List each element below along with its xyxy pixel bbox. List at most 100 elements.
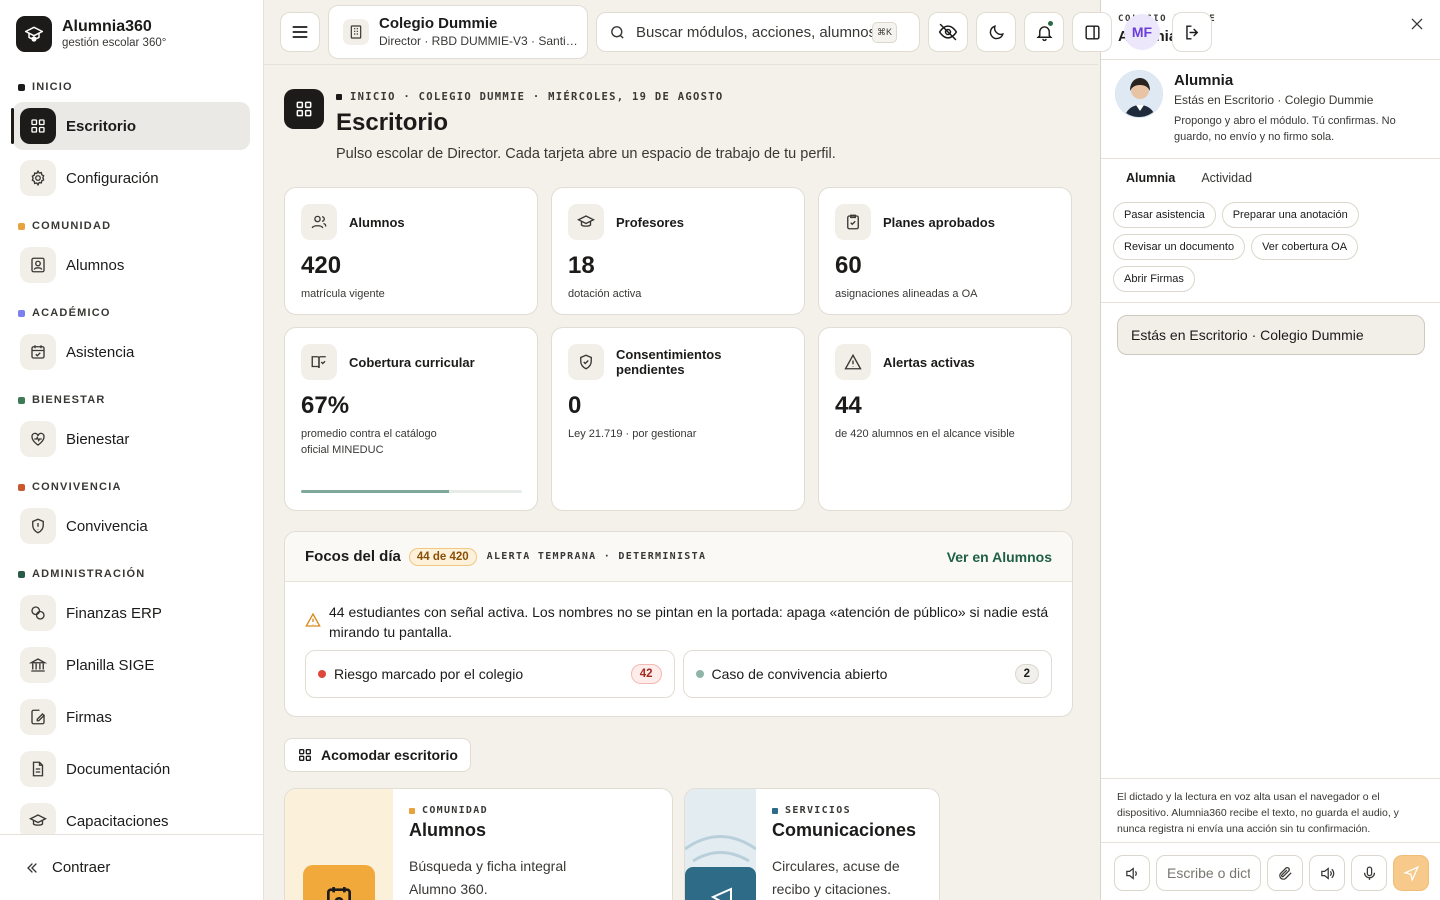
- section-dot: [18, 222, 25, 230]
- focus-header: Focos del día 44 de 420 ALERTA TEMPRANA …: [285, 532, 1072, 582]
- kpi-note: de 420 alumnos en el alcance visible: [835, 428, 1015, 440]
- sidebar-item-label: Escritorio: [66, 117, 137, 135]
- warning-icon: [835, 344, 871, 380]
- page-subtitle: Pulso escolar de Director. Cada tarjeta …: [336, 146, 836, 162]
- sidebar-item-alumnos[interactable]: Alumnos: [13, 241, 250, 289]
- breadcrumb: INICIO · COLEGIO DUMMIE · MIÉRCOLES, 19 …: [336, 91, 723, 103]
- module-card-comunicaciones[interactable]: SERVICIOS Comunicaciones Circulares, acu…: [684, 788, 940, 900]
- privacy-toggle-button[interactable]: [928, 12, 968, 52]
- chip-abrir-firmas[interactable]: Abrir Firmas: [1113, 266, 1195, 292]
- tab-alumnia[interactable]: Alumnia: [1113, 159, 1188, 193]
- module-title: Alumnos: [409, 820, 487, 840]
- menu-button[interactable]: [280, 12, 320, 52]
- kpi-label: Consentimientos pendientes: [616, 347, 722, 377]
- theme-toggle-button[interactable]: [976, 12, 1016, 52]
- focus-row-riesgo[interactable]: Riesgo marcado por el colegio 42: [305, 650, 675, 698]
- focus-row-label: Caso de convivencia abierto: [711, 666, 888, 682]
- chip-revisar-documento[interactable]: Revisar un documento: [1113, 234, 1246, 260]
- close-icon[interactable]: [1409, 16, 1425, 32]
- assistant-description: Propongo y abro el módulo. Tú confirmas.…: [1174, 115, 1396, 143]
- kpi-card-cobertura[interactable]: Cobertura curricular 67% promedio contra…: [284, 327, 538, 511]
- sidebar-item-convivencia[interactable]: Convivencia: [13, 502, 250, 550]
- module-tag: COMUNIDAD: [409, 805, 589, 816]
- section-dot: [18, 309, 25, 317]
- section-label: INICIO: [32, 81, 73, 93]
- sidebar-item-firmas[interactable]: Firmas: [13, 693, 250, 741]
- sidebar-item-documentacion[interactable]: Documentación: [13, 745, 250, 793]
- context-message: Estás en Escritorio · Colegio Dummie: [1117, 315, 1425, 355]
- user-avatar[interactable]: MF: [1124, 14, 1160, 50]
- privacy-note: El dictado y la lectura en voz alta usan…: [1101, 778, 1440, 847]
- chip-ver-cobertura[interactable]: Ver cobertura OA: [1251, 234, 1359, 260]
- focus-panel: Focos del día 44 de 420 ALERTA TEMPRANA …: [284, 531, 1073, 717]
- speaker-icon: [1124, 865, 1141, 882]
- kpi-value: 44: [835, 392, 862, 419]
- nav-section-academico: ACADÉMICO: [0, 298, 263, 328]
- kpi-label: Planes aprobados: [883, 214, 995, 230]
- broadcast-art-icon: [685, 835, 756, 900]
- send-icon: [1402, 865, 1420, 882]
- sidebar-item-bienestar[interactable]: Bienestar: [13, 415, 250, 463]
- kpi-card-profesores[interactable]: Profesores 18 dotación activa: [551, 187, 805, 315]
- building-icon: [343, 19, 369, 45]
- dictate-button[interactable]: [1351, 855, 1387, 891]
- moon-icon: [987, 23, 1006, 42]
- arrange-desktop-button[interactable]: Acomodar escritorio: [284, 738, 471, 772]
- kpi-note: dotación activa: [568, 288, 642, 300]
- module-desc: Búsqueda y ficha integral Alumno 360.: [409, 858, 567, 897]
- school-role: Director · RBD DUMMIE-V3 · Santiago: [379, 34, 579, 48]
- notifications-button[interactable]: [1024, 12, 1064, 52]
- sidebar-item-planilla[interactable]: Planilla SIGE: [13, 641, 250, 689]
- tab-actividad[interactable]: Actividad: [1188, 159, 1265, 193]
- focus-row-convivencia[interactable]: Caso de convivencia abierto 2: [682, 650, 1052, 698]
- kpi-card-alumnos[interactable]: Alumnos 420 matrícula vigente: [284, 187, 538, 315]
- sidebar-item-asistencia[interactable]: Asistencia: [13, 328, 250, 376]
- sidebar-item-escritorio[interactable]: Escritorio: [11, 102, 250, 150]
- module-desc: Circulares, acuse de recibo y citaciones…: [772, 858, 900, 897]
- sidebar-item-label: Configuración: [66, 169, 159, 187]
- message-input[interactable]: [1156, 855, 1261, 891]
- crumb-dot: [336, 94, 342, 100]
- logout-button[interactable]: [1172, 12, 1212, 52]
- coins-icon: [20, 595, 56, 631]
- view-in-alumnos-link[interactable]: Ver en Alumnos: [947, 549, 1052, 565]
- brand[interactable]: Alumnia360 gestión escolar 360°: [16, 16, 166, 52]
- eye-off-icon: [938, 22, 958, 42]
- toggle-panel-button[interactable]: [1072, 12, 1112, 52]
- status-dot: [695, 670, 704, 678]
- module-title: Comunicaciones: [772, 820, 917, 840]
- kpi-card-alertas[interactable]: Alertas activas 44 de 420 alumnos en el …: [818, 327, 1072, 511]
- sidebar-item-capacitaciones[interactable]: Capacitaciones: [13, 797, 250, 834]
- search-icon: [609, 24, 626, 41]
- message-composer: [1101, 842, 1440, 900]
- send-button[interactable]: [1393, 855, 1429, 891]
- focus-title: Focos del día: [305, 548, 401, 565]
- section-label: CONVIVENCIA: [32, 481, 122, 493]
- sidebar-item-label: Firmas: [66, 708, 112, 726]
- read-aloud-button[interactable]: [1114, 855, 1150, 891]
- sidebar-item-finanzas[interactable]: Finanzas ERP: [13, 589, 250, 637]
- kpi-card-planes[interactable]: Planes aprobados 60 asignaciones alinead…: [818, 187, 1072, 315]
- main-content: INICIO · COLEGIO DUMMIE · MIÉRCOLES, 19 …: [264, 64, 1098, 900]
- chip-preparar-anotacion[interactable]: Preparar una anotación: [1221, 202, 1359, 228]
- graduation-cap-icon: [568, 204, 604, 240]
- attach-button[interactable]: [1267, 855, 1303, 891]
- student-card-icon: [20, 247, 56, 283]
- focus-message: 44 estudiantes con señal activa. Los nom…: [305, 602, 1052, 642]
- school-switcher[interactable]: Colegio Dummie Director · RBD DUMMIE-V3 …: [328, 5, 588, 59]
- kpi-card-consentimientos[interactable]: Consentimientos pendientes 0 Ley 21.719 …: [551, 327, 805, 511]
- paperclip-icon: [1277, 865, 1294, 882]
- sidebar-item-configuracion[interactable]: Configuración: [13, 154, 250, 202]
- status-dot: [318, 670, 326, 678]
- section-label: BIENESTAR: [32, 394, 106, 406]
- assistant-panel: COLEGIO DUMMIE Alumnia Alumnia Estás en …: [1100, 0, 1440, 900]
- double-chevron-left-icon: [24, 860, 40, 876]
- voice-output-button[interactable]: [1309, 855, 1345, 891]
- chip-pasar-asistencia[interactable]: Pasar asistencia: [1113, 202, 1216, 228]
- focus-message-text: 44 estudiantes con señal activa. Los nom…: [329, 604, 1049, 640]
- collapse-sidebar-button[interactable]: Contraer: [0, 834, 263, 900]
- module-card-alumnos[interactable]: COMUNIDAD Alumnos Búsqueda y ficha integ…: [284, 788, 673, 900]
- sidebar: Alumnia360 gestión escolar 360° INICIO E…: [0, 0, 264, 900]
- kpi-value: 18: [568, 252, 595, 279]
- search-input[interactable]: [636, 23, 872, 41]
